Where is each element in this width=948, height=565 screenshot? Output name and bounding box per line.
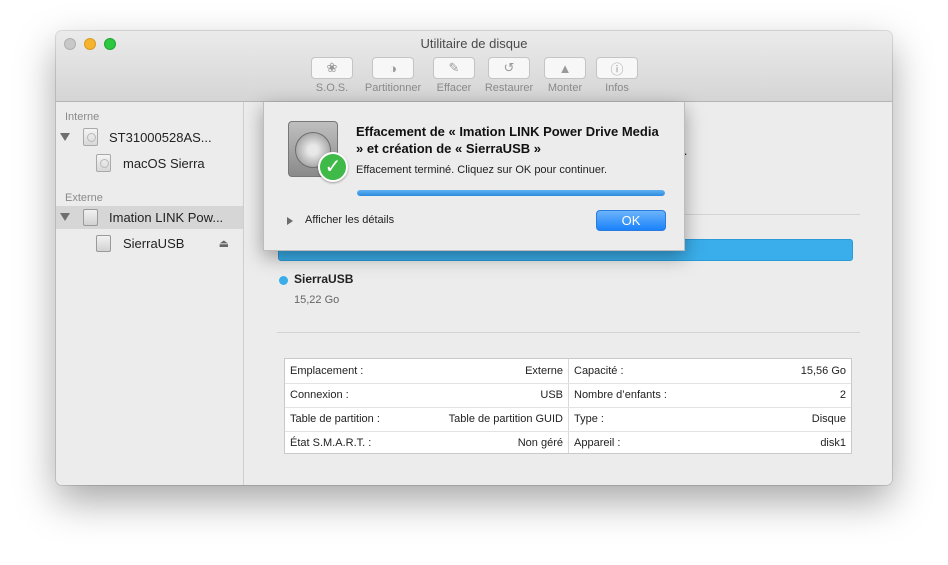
partition-label: Partitionner xyxy=(364,82,422,94)
table-row: Capacité : 15,56 Go xyxy=(569,359,851,383)
table-row: Table de partition : Table de partition … xyxy=(285,407,568,431)
sidebar: Interne ST31000528AS... macOS Sierra Ext… xyxy=(56,102,244,485)
external-volume-icon xyxy=(96,235,111,252)
info-key-location: Emplacement : xyxy=(290,365,364,377)
sidebar-item-sierrausb[interactable]: SierraUSB ⏏ xyxy=(56,232,243,255)
volume-name: SierraUSB xyxy=(294,272,354,286)
table-row: Emplacement : Externe xyxy=(285,359,568,383)
info-value-connection: USB xyxy=(540,389,563,401)
first-aid-label: S.O.S. xyxy=(315,82,349,94)
erase-button[interactable]: ✎ Effacer xyxy=(432,57,476,94)
sidebar-item-label: macOS Sierra xyxy=(123,156,205,171)
first-aid-button[interactable]: ❀ S.O.S. xyxy=(310,57,354,94)
disclosure-triangle-icon[interactable] xyxy=(287,217,293,225)
info-key-smart-status: État S.M.A.R.T. : xyxy=(290,437,372,449)
table-row: Connexion : USB xyxy=(285,383,568,407)
volume-icon xyxy=(96,154,111,172)
hard-disk-icon xyxy=(83,128,98,146)
info-key-type: Type : xyxy=(574,413,604,425)
sidebar-item-label: ST31000528AS... xyxy=(109,130,212,145)
restore-label: Restaurer xyxy=(484,82,534,94)
partition-button[interactable]: ◑ Partitionner xyxy=(360,57,426,94)
info-key-connection: Connexion : xyxy=(290,389,349,401)
info-value-partition-map: Table de partition GUID xyxy=(448,413,563,425)
sidebar-item-imation-drive[interactable]: Imation LINK Pow... xyxy=(56,206,243,229)
sidebar-section-external: Externe xyxy=(65,192,103,204)
divider xyxy=(277,332,860,333)
disclosure-triangle-icon[interactable] xyxy=(60,213,70,221)
erase-completed-sheet: ✓ Effacement de « Imation LINK Power Dri… xyxy=(263,102,685,251)
checkmark-icon: ✓ xyxy=(318,152,348,182)
sidebar-item-label: Imation LINK Pow... xyxy=(109,210,224,225)
progress-bar xyxy=(357,190,665,196)
volume-color-dot xyxy=(279,276,288,285)
volume-size: 15,22 Go xyxy=(294,294,340,306)
info-table: Emplacement : Externe Connexion : USB Ta… xyxy=(284,358,852,454)
info-value-location: Externe xyxy=(525,365,563,377)
window-title: Utilitaire de disque xyxy=(420,36,528,51)
external-disk-icon xyxy=(83,209,98,226)
info-value-child-count: 2 xyxy=(839,389,846,401)
erase-label: Effacer xyxy=(436,82,472,94)
disk-utility-window: Utilitaire de disque ❀ S.O.S. ◑ Partitio… xyxy=(56,31,892,485)
mount-label: Monter xyxy=(547,82,583,94)
info-icon: ⓘ xyxy=(596,57,638,79)
info-key-child-count: Nombre d’enfants : xyxy=(574,389,667,401)
dialog-title: Effacement de « Imation LINK Power Drive… xyxy=(356,124,659,156)
table-row: Type : Disque xyxy=(569,407,851,431)
disclosure-triangle-icon[interactable] xyxy=(60,133,70,141)
info-value-type: Disque xyxy=(811,413,846,425)
table-row: Nombre d’enfants : 2 xyxy=(569,383,851,407)
sidebar-section-internal: Interne xyxy=(65,111,100,123)
info-value-smart-status: Non géré xyxy=(517,437,563,449)
mount-icon: ▲ xyxy=(544,57,586,79)
restore-icon: ↺ xyxy=(488,57,530,79)
info-key-partition-map: Table de partition : xyxy=(290,413,380,425)
info-value-device: disk1 xyxy=(820,437,846,449)
table-row: État S.M.A.R.T. : Non géré xyxy=(285,431,568,455)
partition-icon: ◑ xyxy=(372,57,414,79)
table-row: Appareil : disk1 xyxy=(569,431,851,455)
sidebar-item-label: SierraUSB xyxy=(123,236,185,251)
stethoscope-icon: ❀ xyxy=(311,57,353,79)
progress-fill xyxy=(357,190,665,196)
sidebar-item-macos-sierra[interactable]: macOS Sierra xyxy=(56,152,243,175)
show-details-toggle[interactable]: Afficher les détails xyxy=(305,214,394,226)
mount-button[interactable]: ▲ Monter xyxy=(542,57,588,94)
ok-button[interactable]: OK xyxy=(596,210,666,231)
titlebar: Utilitaire de disque ❀ S.O.S. ◑ Partitio… xyxy=(56,31,892,102)
info-label: Infos xyxy=(605,82,629,94)
sidebar-item-internal-disk[interactable]: ST31000528AS... xyxy=(56,126,243,149)
eject-icon[interactable]: ⏏ xyxy=(219,237,229,250)
info-value-capacity: 15,56 Go xyxy=(800,365,846,377)
info-key-capacity: Capacité : xyxy=(574,365,624,377)
info-button[interactable]: ⓘ Infos xyxy=(594,57,640,94)
erase-icon: ✎ xyxy=(433,57,475,79)
dialog-message: Effacement terminé. Cliquez sur OK pour … xyxy=(356,164,608,176)
restore-button[interactable]: ↺ Restaurer xyxy=(482,57,536,94)
info-key-device: Appareil : xyxy=(574,437,621,449)
